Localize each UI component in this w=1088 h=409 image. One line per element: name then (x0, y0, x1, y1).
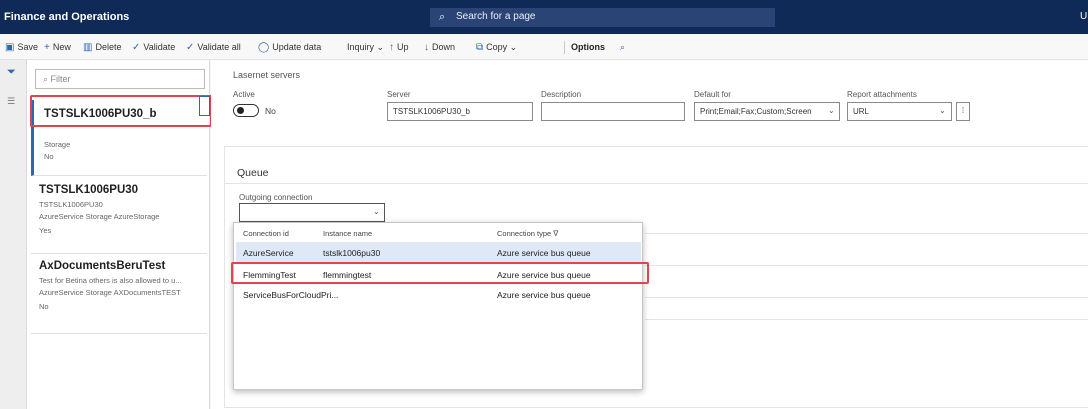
list-item-line: AzureService Storage AzureStorage (39, 212, 160, 221)
search-icon[interactable]: ⌕ (620, 42, 625, 53)
filter-icon[interactable]: ⏷ (7, 66, 16, 79)
list-item[interactable]: TSTSLK1006PU30 TSTSLK1006PU30 AzureServi… (31, 176, 207, 254)
save-icon: ▣ (5, 42, 15, 53)
attachments-lookup-button[interactable]: ⁞ (956, 102, 970, 121)
list-item-line: No (39, 302, 49, 311)
chevron-down-icon[interactable]: ⌄ (373, 207, 380, 216)
lookup-row[interactable]: ServiceBusForCloudPri... Azure service b… (236, 284, 641, 305)
column-header-connection-id[interactable]: Connection id (243, 229, 289, 238)
connection-type-cell: Azure service bus queue (497, 290, 591, 300)
toolbar-divider (564, 41, 565, 54)
filter-icon: ∇ (553, 229, 559, 238)
list-item-line: TSTSLK1006PU30 (39, 200, 103, 209)
toggle-knob (237, 107, 244, 114)
save-button[interactable]: ▣ Save (5, 42, 38, 53)
section-divider (645, 233, 1088, 234)
search-icon: ⌕ (439, 11, 446, 23)
connection-id-cell: AzureService (243, 248, 294, 258)
list-item-title: TSTSLK1006PU30 (39, 184, 139, 196)
report-attachments-label: Report attachments (847, 90, 917, 99)
active-label: Active (233, 90, 255, 99)
new-button[interactable]: + New (44, 42, 71, 53)
arrow-down-icon: ↓ (424, 42, 429, 53)
section-divider (645, 265, 1088, 266)
active-value: No (265, 106, 276, 116)
delete-button[interactable]: ▥ Delete (83, 42, 121, 53)
description-label: Description (541, 90, 582, 99)
lookup-row[interactable]: AzureService tstslk1006pu30 Azure servic… (236, 242, 641, 263)
section-divider (225, 183, 1088, 184)
list-item-line: AzureService Storage AXDocumentsTEST (39, 288, 181, 297)
app-title[interactable]: Finance and Operations (4, 11, 129, 23)
validate-all-button[interactable]: ✓ Validate all (186, 42, 241, 53)
plus-icon: + (44, 42, 50, 53)
default-for-field[interactable]: Print;Email;Fax;Custom;Screen (694, 102, 840, 121)
trash-icon: ▥ (83, 42, 93, 53)
column-header-instance-name[interactable]: Instance name (323, 229, 372, 238)
highlight-box (231, 262, 649, 284)
search-placeholder: Search for a page (456, 11, 536, 22)
check-icon: ✓ (186, 42, 195, 53)
copy-icon: ⧉ (476, 42, 484, 53)
inquiry-menu[interactable]: Inquiry ⌄ (347, 42, 384, 53)
server-field[interactable]: TSTSLK1006PU30_b (387, 102, 533, 121)
options-tab[interactable]: Options (571, 42, 605, 52)
user-avatar[interactable]: U (1080, 11, 1087, 22)
connection-type-cell: Azure service bus queue (497, 248, 591, 258)
list-item-line: Test for Betina others is also allowed t… (39, 276, 182, 285)
connection-lookup: Connection id Instance name Connection t… (233, 222, 643, 390)
outgoing-connection-input[interactable] (239, 203, 385, 222)
highlight-box (30, 95, 212, 127)
queue-title[interactable]: Queue (237, 167, 269, 179)
chevron-down-icon: ⌄ (507, 42, 518, 52)
chevron-down-icon[interactable]: ⌄ (828, 106, 835, 115)
list-item[interactable]: AxDocumentsBeruTest Test for Betina othe… (31, 254, 207, 334)
instance-name-cell: tstslk1006pu30 (323, 248, 381, 258)
chevron-down-icon[interactable]: ⌄ (939, 106, 946, 115)
top-bar: Finance and Operations ⌕ Search for a pa… (0, 0, 1088, 34)
action-bar: ▣ Save + New ▥ Delete ✓ Validate ✓ Validate a… (0, 34, 1088, 60)
validate-button[interactable]: ✓ Validate (132, 42, 175, 53)
chevron-down-icon: ⌄ (374, 42, 385, 52)
column-header-connection-type[interactable]: Connection type ∇ (497, 229, 558, 238)
server-label: Server (387, 90, 411, 99)
item-edit-marker (199, 96, 210, 116)
report-attachments-field[interactable]: URL (847, 102, 952, 121)
active-toggle[interactable] (233, 104, 259, 117)
search-icon: ⌕ (43, 74, 51, 84)
connection-id-cell: ServiceBusForCloudPri... (243, 290, 339, 300)
list-item-line: Storage (44, 140, 71, 149)
section-divider (645, 297, 1088, 298)
list-item-line: No (44, 152, 54, 161)
outgoing-connection-label: Outgoing connection (239, 193, 313, 202)
list-item-line: Yes (39, 226, 52, 235)
section-divider (645, 319, 1088, 320)
list-item-title: AxDocumentsBeruTest (39, 260, 166, 272)
refresh-icon: ◯ (258, 42, 270, 53)
arrow-up-icon: ↑ (389, 42, 394, 53)
section-title: Lasernet servers (233, 70, 301, 80)
default-for-label: Default for (694, 90, 731, 99)
copy-menu[interactable]: ⧉ Copy ⌄ (476, 42, 517, 53)
search-box[interactable]: ⌕ Search for a page (430, 8, 775, 27)
up-button[interactable]: ↑ Up (389, 42, 409, 53)
left-strip: ⏷ ☰ (0, 60, 27, 409)
update-data-button[interactable]: ◯ Update data (258, 42, 321, 53)
check-icon: ✓ (132, 42, 141, 53)
list-view-icon[interactable]: ☰ (7, 96, 15, 107)
description-field[interactable] (541, 102, 685, 121)
filter-input[interactable]: ⌕ Filter (35, 69, 205, 89)
down-button[interactable]: ↓ Down (424, 42, 455, 53)
